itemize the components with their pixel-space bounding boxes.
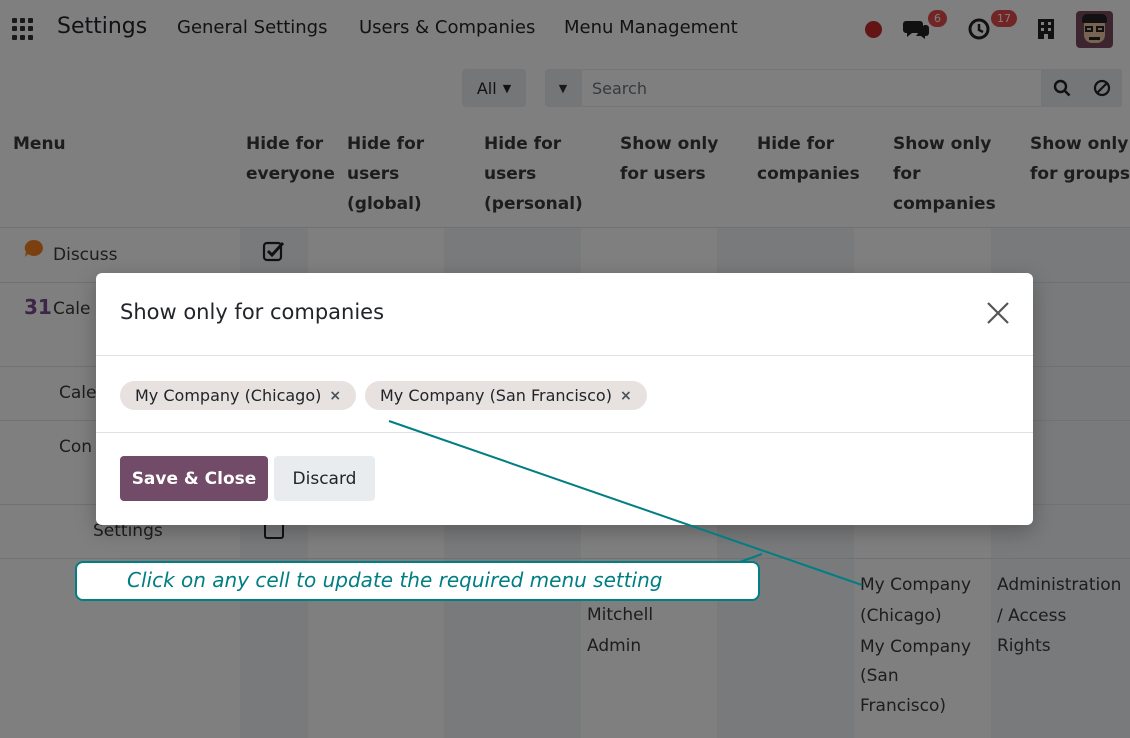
callout-text: Click on any cell to update the required… <box>127 568 663 592</box>
company-tag-san-francisco: My Company (San Francisco) × <box>365 381 647 410</box>
tag-label: My Company (San Francisco) <box>380 386 612 405</box>
dialog-footer-divider <box>96 432 1033 433</box>
show-companies-dialog: Show only for companies My Company (Chic… <box>96 273 1033 525</box>
dialog-title: Show only for companies <box>120 300 385 324</box>
remove-tag-icon[interactable]: × <box>329 388 341 404</box>
save-close-button[interactable]: Save & Close <box>120 456 268 501</box>
remove-tag-icon[interactable]: × <box>620 388 632 404</box>
close-icon[interactable] <box>984 299 1012 327</box>
company-tag-chicago: My Company (Chicago) × <box>120 381 357 410</box>
tag-label: My Company (Chicago) <box>135 386 322 405</box>
instruction-callout: Click on any cell to update the required… <box>75 561 760 601</box>
dialog-header-divider <box>96 355 1033 356</box>
discard-button[interactable]: Discard <box>274 456 375 501</box>
